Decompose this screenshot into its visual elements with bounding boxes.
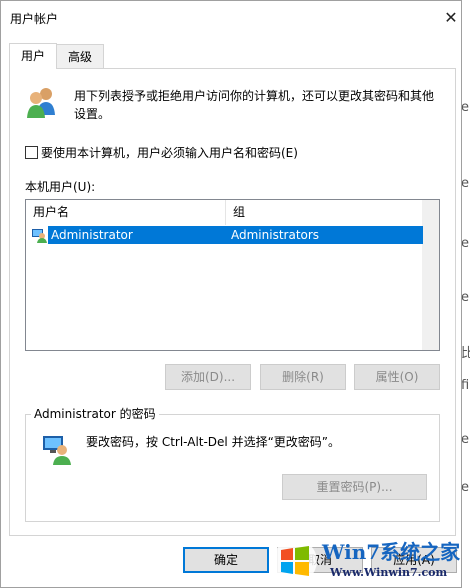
password-instructions: 要改密码，按 Ctrl-Alt-Del 并选择“更改密码”。 bbox=[86, 435, 341, 449]
window-title: 用户帐户 bbox=[10, 12, 59, 26]
vertical-scrollbar[interactable] bbox=[422, 200, 439, 350]
background-text-fragment: e bbox=[461, 100, 469, 115]
background-text-fragment: e bbox=[461, 480, 469, 495]
watermark: Win7系统之家 Www.Winwin7.com bbox=[268, 534, 470, 588]
require-login-label[interactable]: 要使用本计算机，用户必须输入用户名和密码(E) bbox=[41, 144, 298, 161]
column-header-group[interactable]: 组 bbox=[226, 200, 423, 225]
background-text-fragment: e bbox=[461, 236, 469, 251]
background-text-fragment: e bbox=[461, 432, 469, 447]
watermark-title: Win7系统之家 bbox=[322, 540, 461, 564]
password-user-icon bbox=[43, 436, 71, 465]
password-group-title: Administrator 的密码 bbox=[31, 405, 159, 422]
tab-users[interactable]: 用户 bbox=[9, 43, 57, 69]
column-header-username[interactable]: 用户名 bbox=[26, 200, 225, 225]
users-listview[interactable]: 用户名 组 Administrator Administrators bbox=[25, 199, 440, 351]
close-icon: ✕ bbox=[444, 8, 458, 27]
add-user-button[interactable]: 添加(D)... bbox=[165, 364, 251, 390]
reset-password-button[interactable]: 重置密码(P)... bbox=[282, 474, 427, 500]
windows-logo-icon bbox=[273, 539, 317, 583]
users-icon bbox=[27, 88, 55, 118]
user-accounts-dialog: 用户帐户 ✕ 用户 高级 用下列表授予或拒绝用户访问你的计算机，还可以更改其密码… bbox=[0, 0, 462, 588]
background-text-fragment: 比 bbox=[461, 346, 470, 361]
intro-text: 用下列表授予或拒绝用户访问你的计算机，还可以更改其密码和其他设置。 bbox=[74, 89, 435, 121]
ok-button[interactable]: 确定 bbox=[183, 547, 269, 573]
background-text-fragment: e bbox=[461, 176, 469, 191]
close-button[interactable]: ✕ bbox=[439, 7, 463, 29]
require-login-checkbox[interactable] bbox=[25, 146, 38, 159]
remove-user-button[interactable]: 删除(R) bbox=[260, 364, 346, 390]
local-users-label: 本机用户(U): bbox=[25, 180, 96, 194]
properties-button[interactable]: 属性(O) bbox=[354, 364, 440, 390]
watermark-url: Www.Winwin7.com bbox=[330, 566, 448, 579]
background-text-fragment: e bbox=[461, 290, 469, 305]
tab-advanced[interactable]: 高级 bbox=[56, 44, 104, 68]
background-text-fragment: fi bbox=[461, 378, 470, 393]
password-groupbox bbox=[25, 414, 440, 522]
cell-group[interactable]: Administrators bbox=[231, 226, 319, 244]
cell-username[interactable]: Administrator bbox=[51, 226, 133, 244]
user-row-icon bbox=[32, 229, 47, 243]
